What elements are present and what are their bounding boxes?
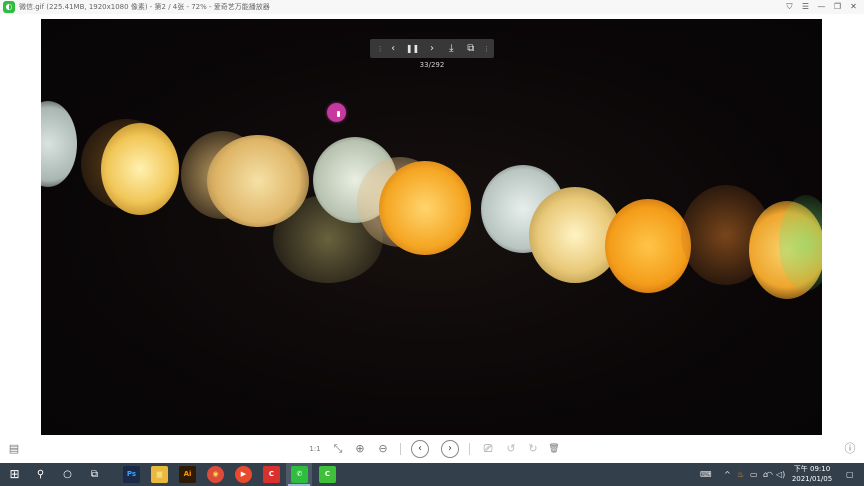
pause-button[interactable]: ❚❚ xyxy=(406,39,420,58)
clock-date: 2021/01/05 xyxy=(791,475,833,483)
pin-icon[interactable]: ⛉ xyxy=(785,2,794,12)
photoshop-taskbar-icon[interactable]: Ps xyxy=(123,466,140,483)
drag-handle-icon[interactable]: ⋮ xyxy=(377,45,384,53)
toolbar-divider xyxy=(400,443,401,455)
bokeh-light xyxy=(41,101,77,187)
next-image-button[interactable]: › xyxy=(441,440,459,458)
minimize-button[interactable]: — xyxy=(817,2,826,12)
clock-time: 下午 09:10 xyxy=(793,465,831,473)
save-frame-button[interactable]: ⤓ xyxy=(444,39,458,58)
gallery-icon[interactable]: ▤ xyxy=(6,441,22,457)
notifications-icon[interactable]: ▢ xyxy=(846,468,854,481)
playback-toolbar: ⋮ ‹ ❚❚ › ⤓ ⧉ ⋮ xyxy=(370,39,494,58)
previous-image-button[interactable]: ‹ xyxy=(411,440,429,458)
zoom-in-button[interactable]: ⊕ xyxy=(352,441,368,457)
tray-app-icon[interactable]: ♨ xyxy=(737,468,744,481)
copy-frame-button[interactable]: ⧉ xyxy=(464,39,478,58)
start-button[interactable]: ⊞ xyxy=(6,466,23,483)
chevron-up-icon[interactable]: ^ xyxy=(724,468,731,481)
cortana-icon[interactable]: ○ xyxy=(59,466,76,483)
next-frame-button[interactable]: › xyxy=(425,39,439,58)
viewer-bottom-toolbar: ▤ 1:1 ⤡ ⊕ ⊖ ‹ › ⎚ ↺ ↻ 🗑 ⓘ xyxy=(0,435,864,463)
battery-icon[interactable]: ▭ xyxy=(750,468,758,481)
player-taskbar-icon[interactable]: ▶ xyxy=(235,466,252,483)
title-bar: ◐ 微信.gif (225.41MB, 1920x1080 像素) - 第2 /… xyxy=(0,0,864,14)
app-c-red-taskbar-icon[interactable]: C xyxy=(263,466,280,483)
app-c-green-taskbar-icon[interactable]: C xyxy=(319,466,336,483)
wechat-taskbar-icon[interactable]: ✆ xyxy=(291,466,308,483)
window-title: 微信.gif (225.41MB, 1920x1080 像素) - 第2 / 4… xyxy=(19,3,270,11)
toolbar-divider xyxy=(469,443,470,455)
chrome-taskbar-icon[interactable]: ◉ xyxy=(207,466,224,483)
drag-handle-icon[interactable]: ⋮ xyxy=(483,45,490,53)
zoom-out-button[interactable]: ⊖ xyxy=(375,441,391,457)
rotate-right-button[interactable]: ↻ xyxy=(525,441,541,457)
task-view-icon[interactable]: ⧉ xyxy=(86,466,103,483)
app-logo-icon: ◐ xyxy=(3,1,15,13)
illustrator-taskbar-icon[interactable]: Ai xyxy=(179,466,196,483)
windows-taskbar: ⊞ ⚲ ○ ⧉ Ps ▆ Ai ◉ ▶ C ✆ C ⌨ ^ ♨ ▭ ⌂ ◠ ◁)… xyxy=(0,463,864,486)
actual-size-button[interactable]: 1:1 xyxy=(307,441,323,457)
bokeh-light xyxy=(605,199,691,293)
slideshow-button[interactable]: ⎚ xyxy=(480,441,496,457)
info-icon[interactable]: ⓘ xyxy=(842,441,858,457)
gif-image[interactable]: ⋮ ‹ ❚❚ › ⤓ ⧉ ⋮ 33/292 xyxy=(41,19,822,435)
image-viewer: ⋮ ‹ ❚❚ › ⤓ ⧉ ⋮ 33/292 xyxy=(0,14,864,435)
rotate-left-button[interactable]: ↺ xyxy=(503,441,519,457)
restore-button[interactable]: ❐ xyxy=(833,2,842,12)
search-icon[interactable]: ⚲ xyxy=(32,466,49,483)
bokeh-light xyxy=(101,123,179,215)
file-explorer-taskbar-icon[interactable]: ▆ xyxy=(151,466,168,483)
previous-frame-button[interactable]: ‹ xyxy=(386,39,400,58)
fit-window-button[interactable]: ⤡ xyxy=(330,441,346,457)
menu-icon[interactable]: ☰ xyxy=(801,2,810,12)
wifi-icon[interactable]: ◠ xyxy=(766,468,773,481)
frame-counter: 33/292 xyxy=(419,61,445,69)
system-clock[interactable]: 下午 09:10 2021/01/05 xyxy=(786,464,838,484)
delete-button[interactable]: 🗑 xyxy=(546,441,562,457)
mouse-cursor-highlight xyxy=(327,103,346,122)
window-controls: ⛉ ☰ — ❐ ✕ xyxy=(785,0,858,14)
close-button[interactable]: ✕ xyxy=(849,2,858,12)
volume-icon[interactable]: ◁) xyxy=(776,468,785,481)
keyboard-icon[interactable]: ⌨ xyxy=(700,468,712,481)
bokeh-light xyxy=(379,161,471,255)
